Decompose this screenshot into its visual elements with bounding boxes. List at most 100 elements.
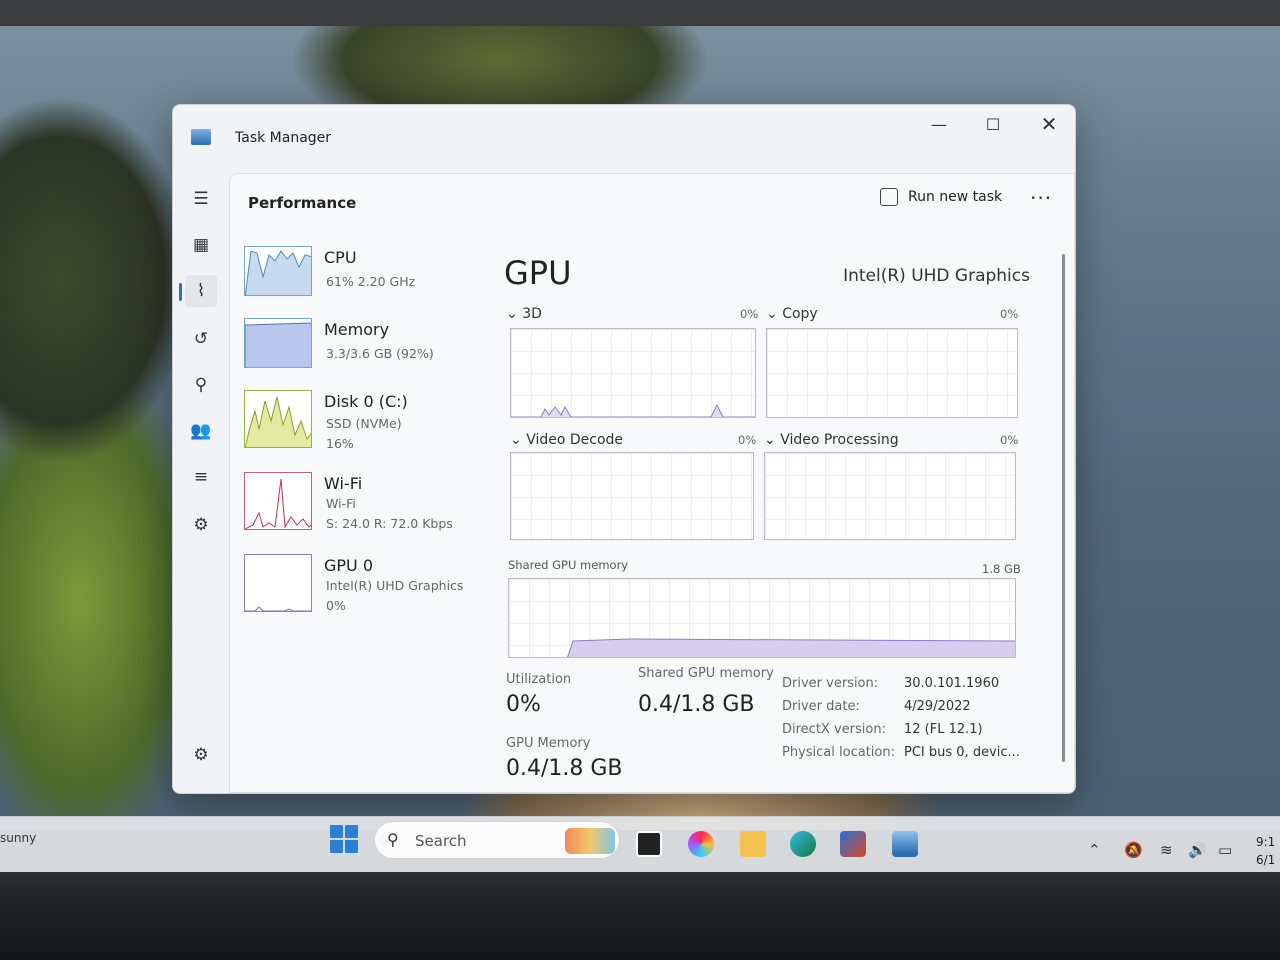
nav-rail: ☰ ▦ ⌇ ↺ ⚲ 👥 ≡ ⚙ ⚙ bbox=[173, 163, 229, 793]
edge-icon[interactable] bbox=[790, 831, 816, 857]
disk-usage: 16% bbox=[326, 436, 354, 451]
engine-3d-graph bbox=[510, 328, 756, 418]
processes-icon[interactable]: ▦ bbox=[185, 229, 217, 261]
hamburger-menu-icon[interactable]: ☰ bbox=[185, 183, 217, 215]
physical-location-key: Physical location: bbox=[782, 745, 895, 760]
memory-title: Memory bbox=[324, 320, 390, 339]
engine-video-decode-percent: 0% bbox=[738, 433, 757, 447]
performance-icon[interactable]: ⌇ bbox=[185, 275, 217, 307]
disk-title: Disk 0 (C:) bbox=[324, 392, 408, 411]
search-highlight-image bbox=[565, 828, 615, 854]
minimize-button[interactable]: — bbox=[915, 109, 963, 139]
task-manager-taskbar-icon[interactable] bbox=[892, 831, 918, 857]
close-button[interactable]: ✕ bbox=[1025, 109, 1073, 139]
copilot-icon[interactable] bbox=[688, 831, 714, 857]
gpu-model: Intel(R) UHD Graphics bbox=[326, 578, 464, 593]
maximize-button[interactable]: ☐ bbox=[969, 109, 1017, 139]
page-title: Performance bbox=[248, 194, 357, 212]
memory-usage: 3.3/3.6 GB (92%) bbox=[326, 346, 434, 361]
details-icon[interactable]: ≡ bbox=[185, 461, 217, 493]
laptop-keyboard bbox=[0, 872, 1280, 960]
task-view-icon[interactable] bbox=[636, 831, 662, 857]
gpu-thumbnail bbox=[244, 554, 312, 612]
scrollbar[interactable] bbox=[1062, 254, 1065, 762]
wifi-throughput: S: 24.0 R: 72.0 Kbps bbox=[326, 516, 453, 531]
wifi-icon[interactable]: ≋ bbox=[1160, 841, 1173, 859]
engine-video-processing-label[interactable]: ⌄ Video Processing bbox=[764, 432, 899, 448]
start-button[interactable] bbox=[330, 825, 358, 853]
task-manager-window: Task Manager — ☐ ✕ ☰ ▦ ⌇ ↺ ⚲ 👥 ≡ ⚙ ⚙ Per… bbox=[172, 104, 1076, 794]
engine-video-decode-graph bbox=[510, 452, 754, 540]
engine-copy-percent: 0% bbox=[1000, 307, 1019, 321]
more-options-button[interactable]: ··· bbox=[1030, 186, 1052, 210]
shared-memory-graph bbox=[508, 578, 1016, 658]
engine-copy-label[interactable]: ⌄ Copy bbox=[766, 306, 818, 322]
physical-location-value: PCI bus 0, devic... bbox=[904, 745, 1020, 760]
cpu-usage: 61% 2.20 GHz bbox=[326, 274, 416, 289]
sidebar-item-disk[interactable]: Disk 0 (C:) SSD (NVMe) 16% bbox=[244, 390, 484, 458]
weather-widget[interactable]: sunny bbox=[0, 831, 36, 845]
services-icon[interactable]: ⚙ bbox=[185, 509, 217, 541]
gpu-memory-label: GPU Memory bbox=[506, 736, 591, 751]
store-icon[interactable] bbox=[840, 831, 866, 857]
volume-icon[interactable]: 🔊 bbox=[1188, 841, 1207, 859]
show-hidden-icons-icon[interactable]: ⌃ bbox=[1088, 841, 1101, 859]
app-history-icon[interactable]: ↺ bbox=[185, 323, 217, 355]
sidebar-item-gpu[interactable]: GPU 0 Intel(R) UHD Graphics 0% bbox=[244, 554, 484, 622]
disk-type: SSD (NVMe) bbox=[326, 416, 402, 431]
wifi-thumbnail bbox=[244, 472, 312, 530]
driver-version-key: Driver version: bbox=[782, 676, 879, 691]
engine-video-decode-label[interactable]: ⌄ Video Decode bbox=[510, 432, 623, 448]
directx-version-key: DirectX version: bbox=[782, 722, 886, 737]
search-icon: ⚲ bbox=[387, 830, 399, 849]
engine-3d-label[interactable]: ⌄ 3D bbox=[506, 306, 542, 322]
title-bar[interactable]: Task Manager — ☐ ✕ bbox=[173, 105, 1075, 163]
app-title: Task Manager bbox=[235, 130, 332, 146]
clock-time: 9:1 bbox=[1256, 835, 1276, 849]
run-task-icon bbox=[880, 188, 898, 206]
clock-date: 6/1 bbox=[1256, 853, 1276, 867]
engine-video-processing-percent: 0% bbox=[1000, 433, 1019, 447]
shared-memory-graph-label: Shared GPU memory bbox=[508, 558, 629, 572]
gpu-heading: GPU bbox=[504, 254, 572, 292]
shared-gpu-memory-label: Shared GPU memory bbox=[638, 666, 774, 681]
startup-apps-icon[interactable]: ⚲ bbox=[185, 369, 217, 401]
sidebar-item-cpu[interactable]: CPU 61% 2.20 GHz bbox=[244, 246, 484, 314]
gpu-title: GPU 0 bbox=[324, 556, 374, 575]
active-indicator bbox=[179, 283, 182, 301]
screen-bezel bbox=[0, 0, 1280, 26]
battery-icon[interactable]: ▭ bbox=[1218, 841, 1232, 859]
utilization-value: 0% bbox=[506, 692, 541, 717]
sidebar-item-wifi[interactable]: Wi-Fi Wi-Fi S: 24.0 R: 72.0 Kbps bbox=[244, 472, 484, 540]
resource-list: CPU 61% 2.20 GHz Memory 3.3/3.6 GB (92%)… bbox=[244, 246, 484, 786]
directx-version-value: 12 (FL 12.1) bbox=[904, 722, 983, 737]
gpu-memory-value: 0.4/1.8 GB bbox=[506, 756, 623, 781]
memory-thumbnail bbox=[244, 318, 312, 368]
search-placeholder: Search bbox=[415, 832, 467, 850]
taskbar-search[interactable]: ⚲ Search bbox=[374, 821, 620, 859]
users-icon[interactable]: 👥 bbox=[185, 415, 217, 447]
file-explorer-icon[interactable] bbox=[740, 831, 766, 857]
disk-thumbnail bbox=[244, 390, 312, 448]
cpu-thumbnail bbox=[244, 246, 312, 296]
engine-copy-graph bbox=[766, 328, 1018, 418]
performance-content: Performance Run new task ··· CPU 61% 2.2… bbox=[229, 173, 1075, 793]
driver-date-key: Driver date: bbox=[782, 699, 860, 714]
engine-3d-percent: 0% bbox=[740, 307, 759, 321]
wifi-title: Wi-Fi bbox=[324, 474, 363, 493]
notifications-off-icon[interactable]: 🔕 bbox=[1124, 841, 1143, 859]
taskbar: sunny ⚲ Search ⌃ 🔕 ≋ 🔊 ▭ 9:1 6/1 bbox=[0, 816, 1280, 872]
wifi-adapter: Wi-Fi bbox=[326, 496, 356, 511]
clock[interactable]: 9:1 6/1 bbox=[1256, 833, 1275, 869]
engine-video-processing-graph bbox=[764, 452, 1016, 540]
gpu-usage: 0% bbox=[326, 598, 346, 613]
run-new-task-label: Run new task bbox=[908, 189, 1003, 205]
shared-gpu-memory-value: 0.4/1.8 GB bbox=[638, 692, 755, 717]
sidebar-item-memory[interactable]: Memory 3.3/3.6 GB (92%) bbox=[244, 318, 484, 386]
cpu-title: CPU bbox=[324, 248, 357, 267]
run-new-task-button[interactable]: Run new task bbox=[880, 188, 1002, 206]
gpu-detail-panel: GPU Intel(R) UHD Graphics ⌄ 3D 0% ⌄ Copy… bbox=[500, 246, 1056, 786]
driver-date-value: 4/29/2022 bbox=[904, 699, 971, 714]
settings-icon[interactable]: ⚙ bbox=[185, 739, 217, 771]
utilization-label: Utilization bbox=[506, 672, 572, 687]
